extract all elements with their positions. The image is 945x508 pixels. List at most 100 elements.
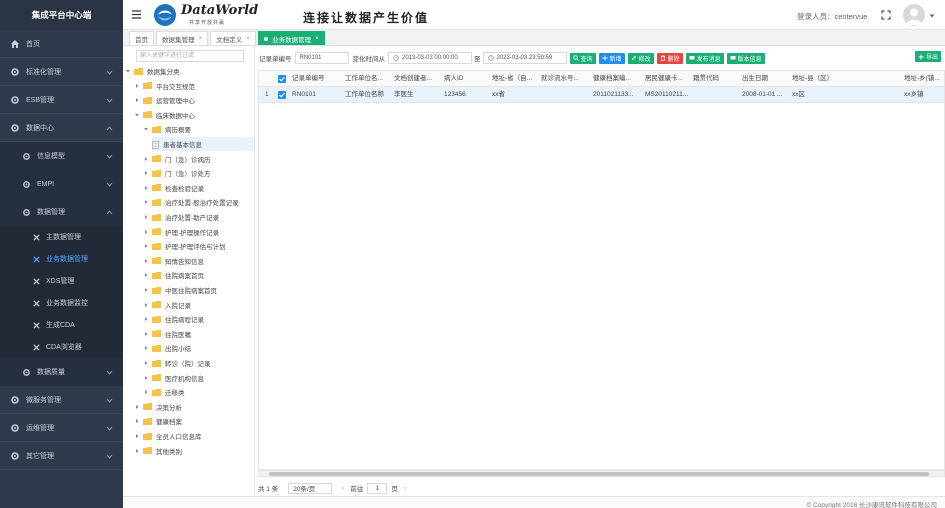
- column-header[interactable]: 地址-省（自...: [492, 71, 532, 87]
- tree-filter-input[interactable]: 输入关键字进行过滤: [136, 50, 244, 62]
- caret-right-icon[interactable]: [143, 272, 149, 278]
- tree-node[interactable]: 患者基本信息: [152, 137, 254, 151]
- row-checkbox[interactable]: [278, 91, 286, 99]
- caret-down-icon[interactable]: [125, 68, 131, 74]
- sidebar-item-master-data[interactable]: 主数据管理: [0, 226, 123, 248]
- sidebar-item-generate-cda[interactable]: 生成CDA: [0, 314, 123, 336]
- horizontal-scrollbar[interactable]: [258, 470, 945, 477]
- tree-node[interactable]: 检查检验记录: [143, 181, 204, 195]
- next-page-icon[interactable]: ›: [404, 485, 406, 492]
- column-header[interactable]: 地址-县（区）: [792, 71, 833, 87]
- column-header[interactable]: 文档创建者...: [394, 71, 432, 87]
- tree-node[interactable]: 医疗机构信息: [143, 371, 204, 385]
- fullscreen-icon[interactable]: [881, 10, 891, 20]
- tree-node[interactable]: 出院小结: [143, 341, 191, 355]
- sidebar-item-standardization[interactable]: 标准化管理: [0, 58, 123, 86]
- tree-node[interactable]: 数据集分类: [125, 64, 180, 78]
- sidebar-item-empi[interactable]: EMPI: [0, 170, 123, 198]
- tree-node[interactable]: 临床数据中心: [134, 108, 195, 122]
- caret-right-icon[interactable]: [134, 433, 140, 439]
- sidebar-item-ops[interactable]: 运维管理: [0, 414, 123, 442]
- tree-node[interactable]: 入院记录: [143, 298, 191, 312]
- select-all-checkbox[interactable]: [278, 75, 286, 83]
- sidebar-item-microservice[interactable]: 微服务管理: [0, 386, 123, 414]
- caret-right-icon[interactable]: [143, 316, 149, 322]
- caret-right-icon[interactable]: [143, 243, 149, 249]
- sidebar-item-data-quality[interactable]: 数据质量: [0, 358, 123, 386]
- tree-node[interactable]: 治疗处置-助产记录: [143, 210, 219, 224]
- column-header[interactable]: 出生日期: [742, 71, 768, 87]
- chevron-down-icon[interactable]: [929, 13, 935, 19]
- publish-message-button[interactable]: 发布消息: [685, 52, 724, 64]
- tree-node[interactable]: 门（急）诊处方: [143, 166, 211, 180]
- column-header[interactable]: 病人ID: [444, 71, 464, 87]
- tree-node[interactable]: 其他类别: [134, 444, 182, 458]
- tab-dataset-management[interactable]: 数据集管理 ×: [156, 31, 209, 45]
- tree-node[interactable]: 住院医嘱: [143, 327, 191, 341]
- close-icon[interactable]: ×: [199, 35, 203, 42]
- tab-business-data[interactable]: 业务数据管理 ×: [258, 31, 325, 45]
- page-size-select[interactable]: 20条/页: [288, 482, 333, 494]
- caret-right-icon[interactable]: [143, 389, 149, 395]
- caret-right-icon[interactable]: [134, 97, 140, 103]
- caret-right-icon[interactable]: [134, 404, 140, 410]
- tab-home[interactable]: 首页: [129, 31, 154, 45]
- export-button[interactable]: 导出: [914, 51, 941, 62]
- tab-document-definition[interactable]: 文档定义 ×: [210, 31, 257, 45]
- edit-button[interactable]: 修改: [627, 52, 654, 64]
- column-header[interactable]: 地址-乡(镇...: [904, 71, 940, 87]
- tree-node[interactable]: 护理-护理评估与计划: [143, 239, 226, 253]
- tree-node[interactable]: 门（急）诊病历: [143, 152, 211, 166]
- caret-right-icon[interactable]: [143, 214, 149, 220]
- date-from-input[interactable]: 2013-03-03 00:00:00: [388, 52, 472, 64]
- caret-right-icon[interactable]: [143, 331, 149, 337]
- caret-right-icon[interactable]: [143, 170, 149, 176]
- caret-right-icon[interactable]: [134, 418, 140, 424]
- record-no-input[interactable]: RN0101: [294, 52, 349, 64]
- delete-button[interactable]: 删除: [656, 52, 683, 64]
- tree-node[interactable]: 住院病案首页: [143, 268, 204, 282]
- caret-right-icon[interactable]: [143, 156, 149, 162]
- column-header[interactable]: 工作单位名...: [345, 71, 383, 87]
- tree-node[interactable]: 平台交互规范: [134, 79, 195, 93]
- caret-down-icon[interactable]: [134, 112, 140, 118]
- caret-right-icon[interactable]: [143, 199, 149, 205]
- tree-node[interactable]: 迁移类: [143, 385, 185, 399]
- caret-right-icon[interactable]: [143, 229, 149, 235]
- query-button[interactable]: 查询: [569, 52, 596, 64]
- caret-right-icon[interactable]: [134, 448, 140, 454]
- tree-node[interactable]: 转诊（院）记录: [143, 356, 211, 370]
- scrollbar-thumb[interactable]: [269, 472, 929, 476]
- tree-node[interactable]: 全员人口信息库: [134, 429, 202, 443]
- column-header[interactable]: 就诊流水号...: [541, 71, 579, 87]
- sidebar-item-esb[interactable]: ESB管理: [0, 86, 123, 114]
- date-to-input[interactable]: 2023-03-03 23:59:59: [482, 52, 567, 64]
- caret-right-icon[interactable]: [143, 302, 149, 308]
- menu-toggle-icon[interactable]: [131, 9, 142, 20]
- caret-right-icon[interactable]: [143, 185, 149, 191]
- tree-node[interactable]: 病历概要: [143, 122, 191, 136]
- prev-page-icon[interactable]: ‹: [342, 485, 344, 492]
- tree-node[interactable]: 运营管理中心: [134, 93, 195, 107]
- caret-down-icon[interactable]: [143, 126, 149, 132]
- caret-right-icon[interactable]: [134, 83, 140, 89]
- page-input[interactable]: 1: [367, 482, 388, 494]
- sidebar-item-home[interactable]: 首页: [0, 30, 123, 58]
- avatar[interactable]: [903, 4, 925, 26]
- sidebar-item-xds[interactable]: XDS管理: [0, 270, 123, 292]
- caret-right-icon[interactable]: [143, 375, 149, 381]
- caret-right-icon[interactable]: [143, 360, 149, 366]
- caret-right-icon[interactable]: [143, 345, 149, 351]
- tree-node[interactable]: 治疗处置-般治疗处置记录: [143, 195, 239, 209]
- tree-node[interactable]: 健康档案: [134, 414, 182, 428]
- caret-right-icon[interactable]: [143, 258, 149, 264]
- tree-node[interactable]: 决策分析: [134, 400, 182, 414]
- table-row[interactable]: 1 RN0101 工作单位名称 李医生 123456 xx省 2011021133... M…: [259, 87, 944, 103]
- close-icon[interactable]: ×: [315, 35, 319, 42]
- tree-node[interactable]: 住院病程记录: [143, 312, 204, 326]
- tree-node[interactable]: 知情告知信息: [143, 254, 204, 268]
- sidebar-item-data-management[interactable]: 数据管理: [0, 198, 123, 226]
- close-icon[interactable]: ×: [246, 35, 250, 42]
- tree-node[interactable]: 护理-护理操作记录: [143, 225, 219, 239]
- sidebar-item-data-monitor[interactable]: 业务数据监控: [0, 292, 123, 314]
